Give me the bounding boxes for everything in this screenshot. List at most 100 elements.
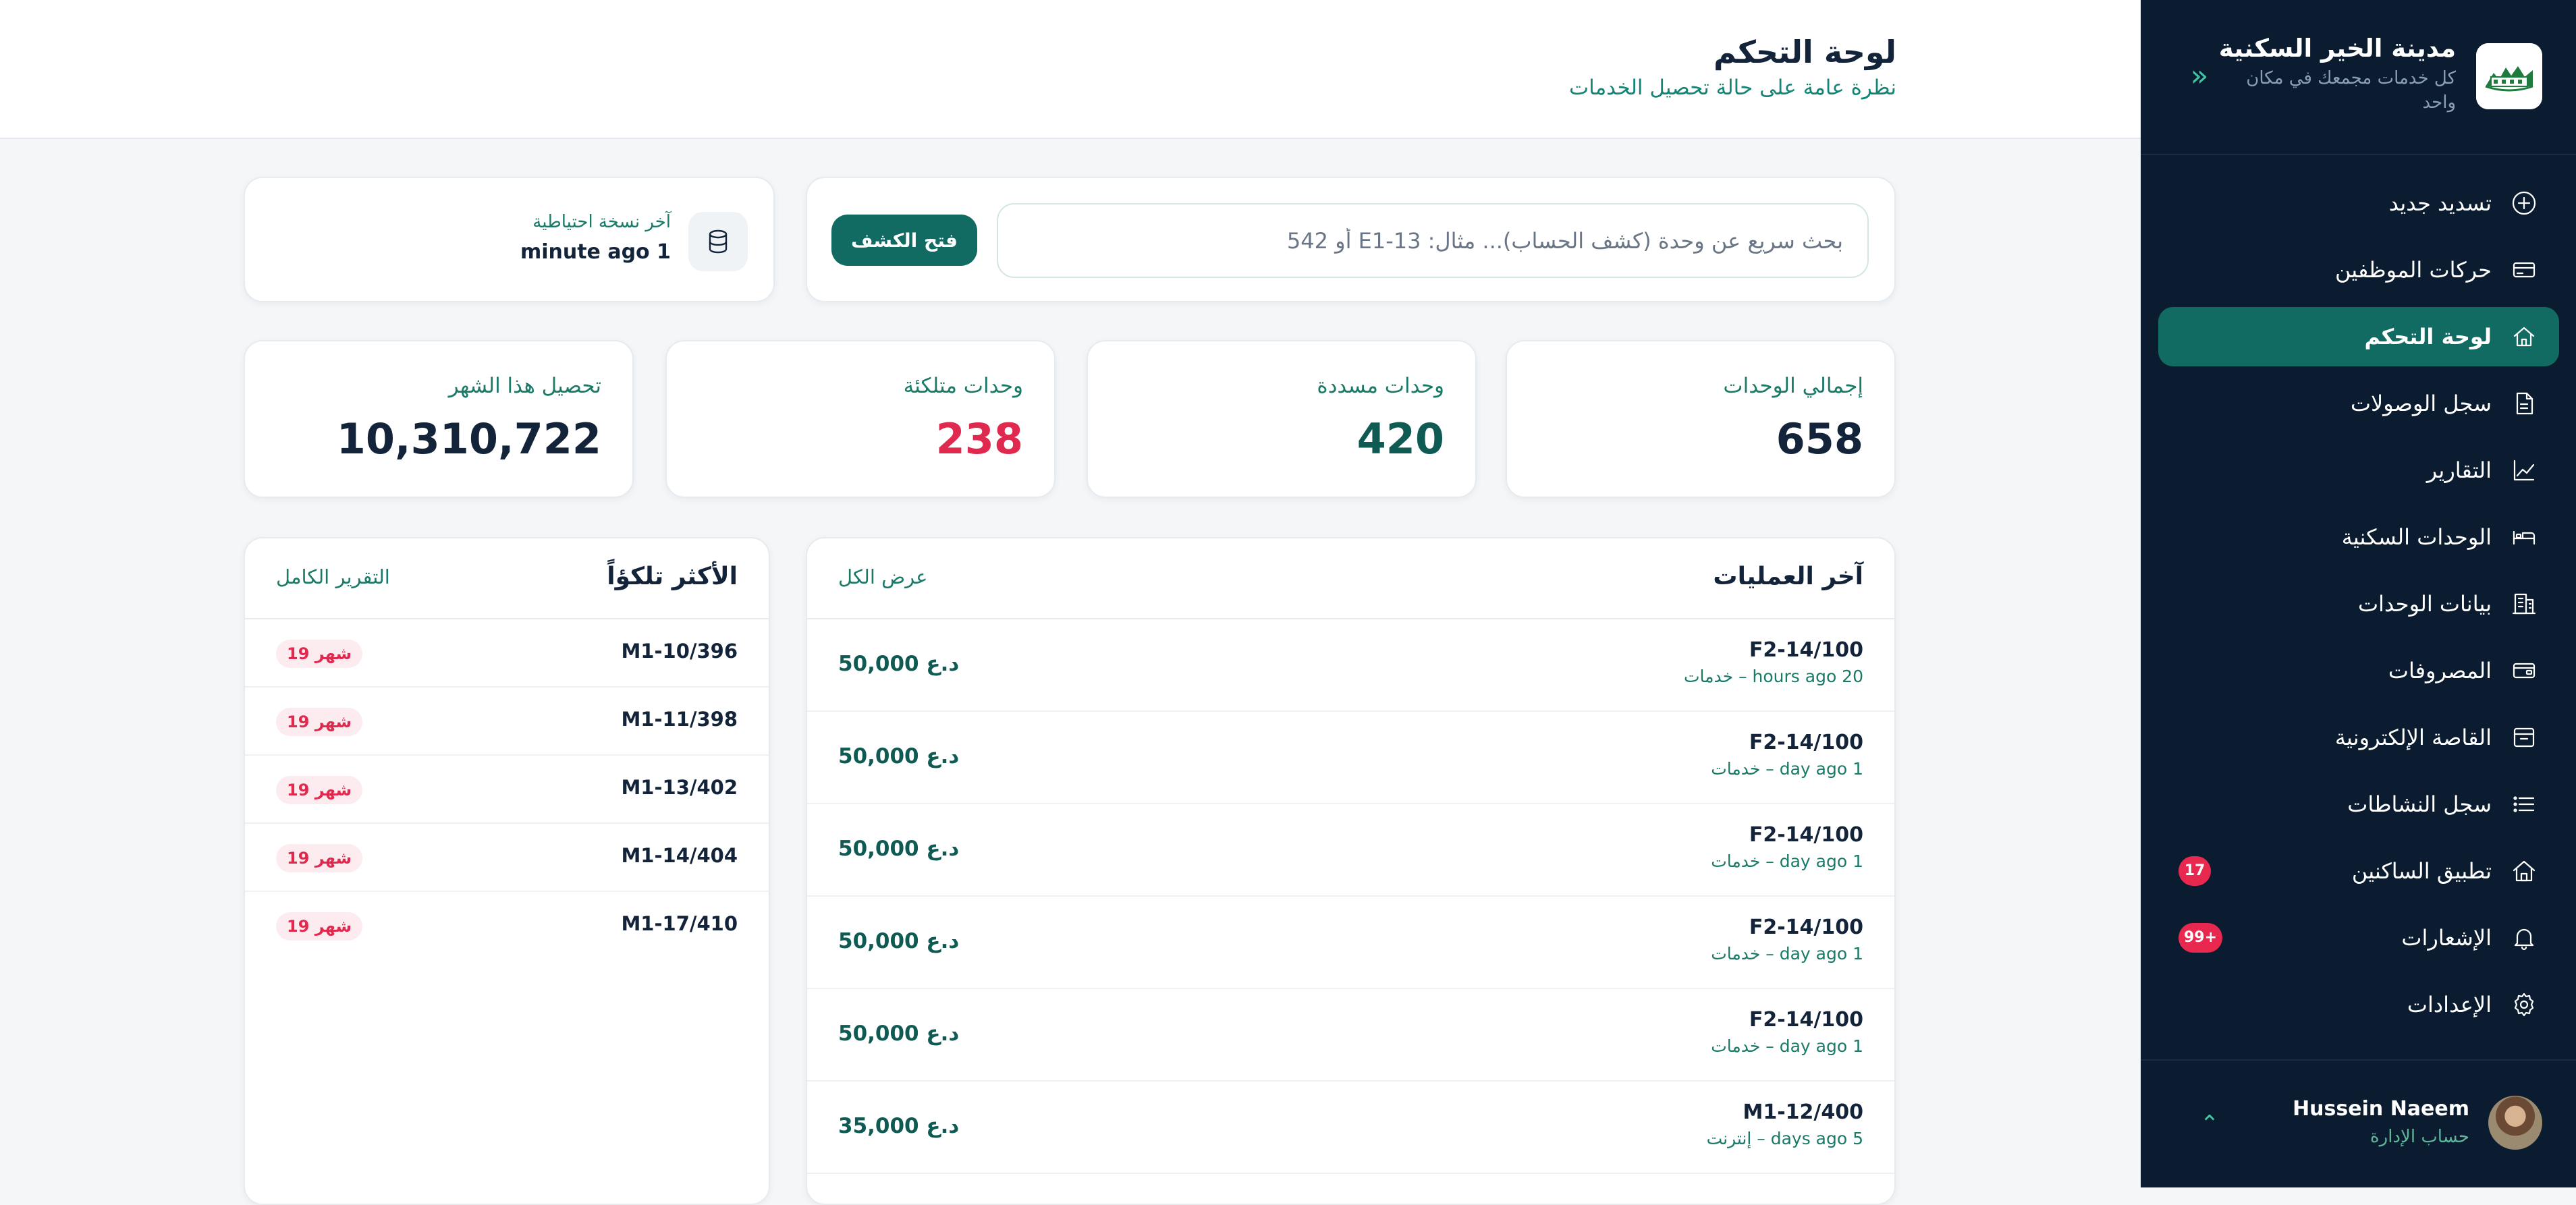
list-item[interactable]: M1-14/404 19 شهر [245, 824, 769, 892]
sidebar-item-residential-units[interactable]: الوحدات السكنية [2158, 507, 2559, 567]
sidebar-item-employee-transactions[interactable]: حركات الموظفين [2158, 240, 2559, 300]
home-icon [2509, 322, 2539, 352]
sidebar-item-label: تطبيق الساكنين [2351, 858, 2492, 884]
brand-header: مدينة الخير السكنية كل خدمات مجمعك في مك… [2141, 0, 2576, 155]
gear-icon [2509, 990, 2539, 1019]
sidebar-item-label: بيانات الوحدات [2357, 591, 2492, 617]
sidebar-item-residents-app[interactable]: تطبيق الساكنين 17 [2158, 841, 2559, 901]
backup-label: آخر نسخة احتياطية [532, 212, 671, 232]
list-item[interactable]: M1-17/410 19 شهر [245, 892, 769, 960]
view-all-link[interactable]: عرض الكل [838, 565, 927, 588]
months-overdue-badge: 19 شهر [276, 912, 363, 941]
panel-header: آخر العمليات عرض الكل [807, 538, 1894, 619]
operation-meta: خدمات – day ago 1 [1711, 851, 1863, 871]
brand-logo [2476, 43, 2542, 109]
brand-subtitle: كل خدمات مجمعك في مكان واحد [2246, 68, 2456, 113]
stat-label: تحصيل هذا الشهر [448, 374, 601, 398]
sidebar-item-e-cashbox[interactable]: القاصة الإلكترونية [2158, 708, 2559, 767]
operation-meta: خدمات – hours ago 20 [1684, 667, 1863, 686]
profile-role: حساب الإدارة [2370, 1127, 2469, 1147]
backup-card: آخر نسخة احتياطية minute ago 1 [244, 177, 775, 302]
avatar [2488, 1096, 2542, 1150]
delinquent-unit: M1-13/402 [621, 776, 738, 799]
chevron-up-icon: ⌃ [2199, 1111, 2220, 1138]
user-profile[interactable]: Hussein Naeem حساب الإدارة ⌃ [2141, 1059, 2576, 1187]
sidebar-item-receipts-log[interactable]: سجل الوصولات [2158, 374, 2559, 433]
operation-meta: خدمات – day ago 1 [1711, 759, 1863, 779]
operation-unit: F2-14/100 [1749, 823, 1863, 847]
operation-amount: 50,000 د.ع [838, 1021, 960, 1046]
card-icon [2509, 255, 2539, 285]
sidebar: مدينة الخير السكنية كل خدمات مجمعك في مك… [2141, 0, 2576, 1187]
stat-label: إجمالي الوحدات [1723, 374, 1863, 398]
sidebar-item-label: الإشعارات [2401, 925, 2492, 951]
sidebar-item-label: القاصة الإلكترونية [2334, 725, 2492, 750]
notifications-badge: 99+ [2178, 923, 2223, 953]
sidebar-item-settings[interactable]: الإعدادات [2158, 975, 2559, 1034]
sidebar-item-label: حركات الموظفين [2334, 257, 2492, 283]
operation-unit: F2-14/100 [1749, 731, 1863, 754]
months-overdue-badge: 19 شهر [276, 640, 363, 668]
page-header: لوحة التحكم نظرة عامة على حالة تحصيل الخ… [0, 0, 2141, 139]
list-icon [2509, 789, 2539, 819]
stat-label: وحدات متلكئة [903, 374, 1023, 398]
page-title: لوحة التحكم [1714, 34, 1896, 70]
list-item[interactable]: M1-11/398 19 شهر [245, 688, 769, 756]
delinquent-unit: M1-10/396 [621, 640, 738, 663]
sidebar-item-new-payment[interactable]: تسديد جديد [2158, 173, 2559, 233]
delinquent-unit: M1-11/398 [621, 708, 738, 731]
stat-card-delinquent-units: وحدات متلكئة 238 [665, 340, 1056, 498]
operation-meta: خدمات – day ago 1 [1711, 944, 1863, 963]
stat-card-paid-units: وحدات مسددة 420 [1087, 340, 1477, 498]
table-row[interactable]: F2-14/100 خدمات – day ago 1 50,000 د.ع [807, 989, 1894, 1082]
operation-amount: 50,000 د.ع [838, 652, 960, 676]
profile-menu-toggle[interactable]: ⌃ [2196, 1111, 2223, 1138]
sidebar-item-notifications[interactable]: الإشعارات 99+ [2158, 908, 2559, 968]
delinquent-unit: M1-14/404 [621, 844, 738, 867]
months-overdue-badge: 19 شهر [276, 776, 363, 804]
safe-icon [2509, 723, 2539, 752]
list-item[interactable]: M1-10/396 19 شهر [245, 619, 769, 688]
chart-line-icon [2509, 455, 2539, 485]
quick-search-card: فتح الكشف [806, 177, 1896, 302]
sidebar-item-label: لوحة التحكم [2364, 324, 2492, 349]
stat-label: وحدات مسددة [1317, 374, 1444, 398]
table-row[interactable]: F2-14/100 خدمات – day ago 1 50,000 د.ع [807, 712, 1894, 804]
list-item[interactable]: M1-13/402 19 شهر [245, 756, 769, 824]
stat-value: 238 [935, 414, 1023, 464]
database-icon [688, 212, 748, 271]
table-row[interactable]: M1-12/400 إنترنت – days ago 5 35,000 د.ع [807, 1082, 1894, 1174]
collapse-sidebar-button[interactable]: » [2183, 59, 2216, 93]
unit-search-input[interactable] [997, 203, 1869, 278]
sidebar-item-units-data[interactable]: بيانات الوحدات [2158, 574, 2559, 634]
bell-icon [2509, 923, 2539, 953]
full-report-link[interactable]: التقرير الكامل [276, 565, 390, 588]
sidebar-item-label: الإعدادات [2407, 992, 2492, 1017]
table-row[interactable]: F2-14/100 خدمات – day ago 1 50,000 د.ع [807, 804, 1894, 897]
table-row[interactable]: F2-14/100 خدمات – day ago 1 50,000 د.ع [807, 897, 1894, 989]
sidebar-item-dashboard[interactable]: لوحة التحكم [2158, 307, 2559, 366]
delinquent-unit: M1-17/410 [621, 912, 738, 935]
double-chevron-right-icon: » [2190, 59, 2209, 93]
sidebar-item-expenses[interactable]: المصروفات [2158, 641, 2559, 700]
plus-circle-icon [2509, 188, 2539, 218]
residents-app-badge: 17 [2178, 856, 2211, 886]
sidebar-item-reports[interactable]: التقارير [2158, 441, 2559, 500]
sidebar-item-label: المصروفات [2388, 658, 2492, 683]
operation-amount: 50,000 د.ع [838, 837, 960, 861]
operation-unit: F2-14/100 [1749, 1008, 1863, 1032]
operation-amount: 50,000 د.ع [838, 744, 960, 768]
sidebar-item-activity-log[interactable]: سجل النشاطات [2158, 775, 2559, 834]
stat-value: 10,310,722 [336, 414, 601, 464]
sidebar-item-label: الوحدات السكنية [2341, 524, 2492, 550]
latest-operations-panel: آخر العمليات عرض الكل F2-14/100 خدمات – … [806, 537, 1896, 1205]
open-statement-button[interactable]: فتح الكشف [831, 215, 977, 266]
house-icon [2509, 856, 2539, 886]
panel-header: الأكثر تلكؤاً التقرير الكامل [245, 538, 769, 619]
operation-amount: 50,000 د.ع [838, 929, 960, 953]
stat-value: 420 [1356, 414, 1444, 464]
months-overdue-badge: 19 شهر [276, 844, 363, 872]
bed-icon [2509, 522, 2539, 552]
table-row[interactable]: F2-14/100 خدمات – hours ago 20 50,000 د.… [807, 619, 1894, 712]
operation-unit: F2-14/100 [1749, 916, 1863, 939]
